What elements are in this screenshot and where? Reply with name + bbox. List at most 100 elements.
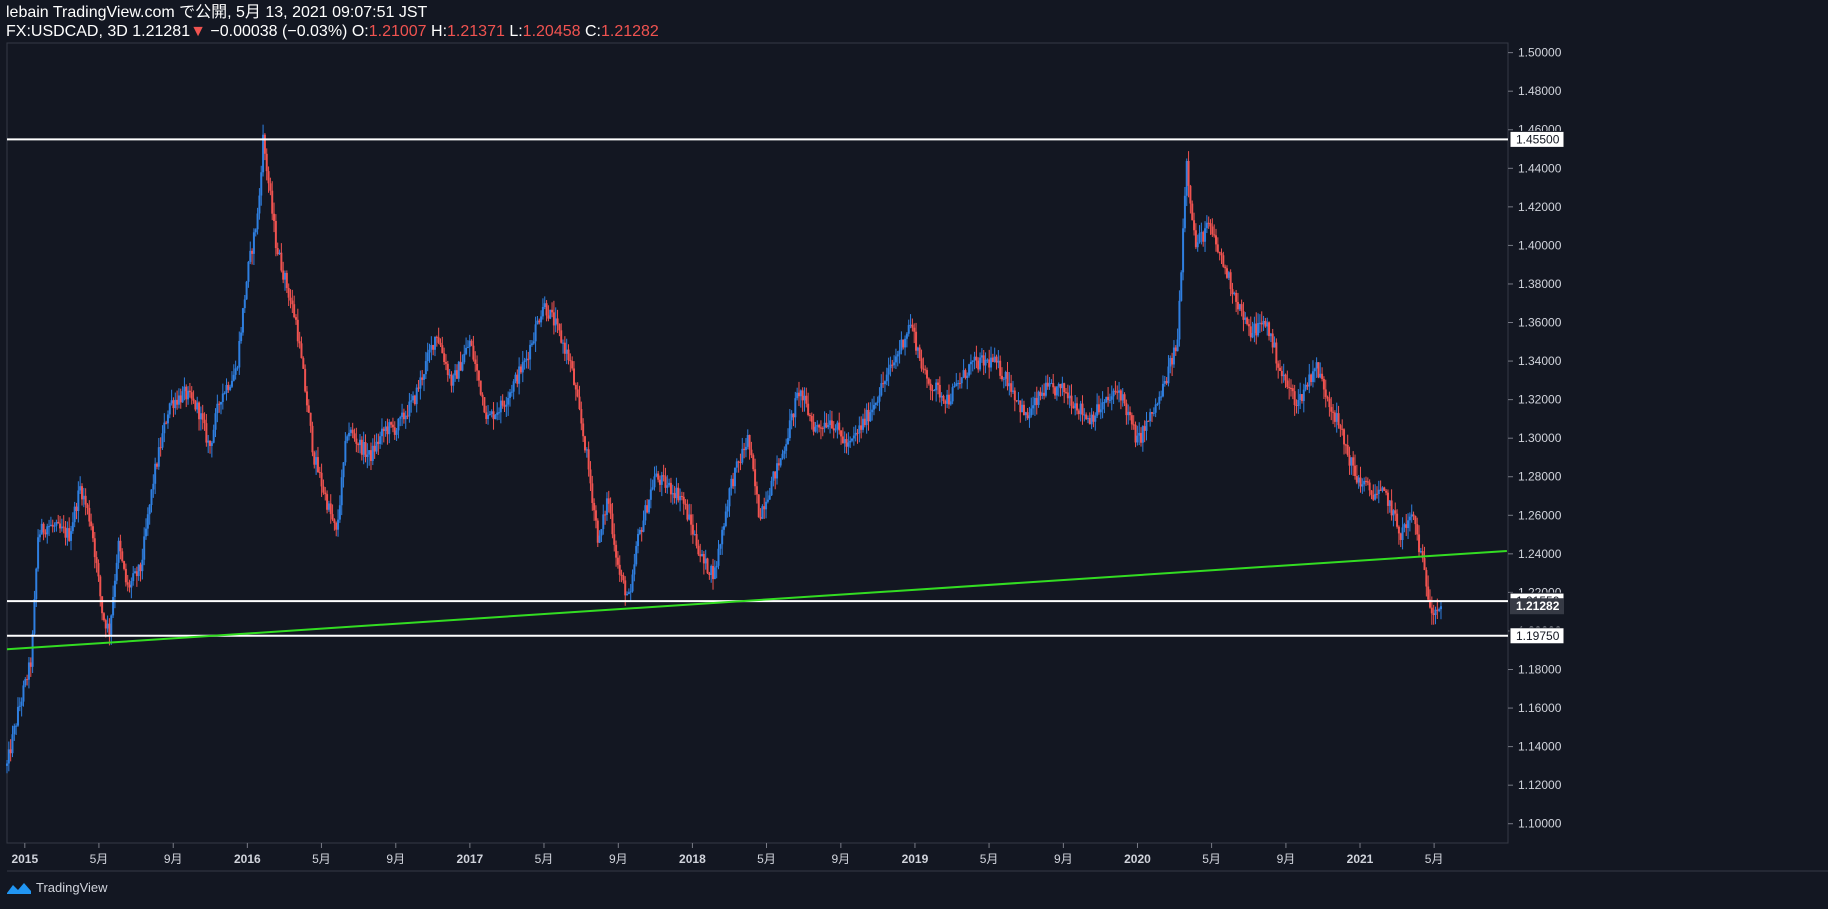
candle-body	[49, 524, 52, 527]
candle-body	[1063, 383, 1066, 393]
candle-body	[188, 390, 191, 393]
price-chart[interactable]: 1.500001.480001.460001.440001.420001.400…	[0, 0, 1828, 909]
candle-body	[1375, 493, 1378, 495]
candle-body	[1002, 378, 1005, 380]
candle-body	[108, 623, 111, 635]
candle-body	[840, 430, 843, 437]
candle-body	[1172, 347, 1175, 365]
candle-body	[766, 499, 769, 502]
candle-body	[1361, 484, 1364, 487]
candle-body	[565, 349, 568, 354]
candle-body	[452, 375, 455, 386]
candle-body	[883, 381, 886, 385]
candle-body	[1092, 414, 1095, 422]
candle-body	[13, 725, 16, 735]
candle-body	[285, 272, 288, 289]
candle-body	[139, 564, 142, 572]
candle-body	[1028, 415, 1031, 419]
candle-body	[737, 461, 740, 463]
candle-body	[754, 469, 757, 487]
candle-body	[512, 381, 515, 392]
candle-body	[119, 540, 122, 552]
candle-body	[207, 440, 210, 443]
candle-body	[338, 505, 341, 520]
candle-body	[1043, 392, 1046, 396]
candle-body	[1088, 418, 1091, 425]
candle-body	[252, 232, 255, 254]
candle-body	[929, 383, 932, 391]
candle-body	[818, 424, 821, 428]
candle-body	[7, 749, 10, 764]
candle-body	[933, 390, 936, 392]
candle-body	[468, 340, 471, 347]
candle-body	[243, 299, 246, 309]
candle-body	[924, 369, 927, 371]
candle-body	[337, 519, 340, 530]
candle-body	[355, 438, 358, 444]
candle-body	[432, 344, 435, 350]
candle-body	[245, 281, 248, 300]
candle-body	[1099, 409, 1102, 413]
candle-body	[807, 403, 810, 415]
candle-body	[702, 554, 705, 564]
candle-body	[1269, 333, 1272, 337]
candle-body	[26, 679, 29, 681]
candle-body	[915, 331, 918, 351]
candle-body	[1225, 268, 1228, 278]
candle-body	[88, 507, 91, 522]
candle-body	[1110, 396, 1113, 400]
candle-body	[1022, 404, 1025, 416]
candle-body	[975, 356, 978, 361]
candle-body	[1255, 323, 1258, 336]
candle-body	[1368, 482, 1371, 491]
candle-body	[1059, 384, 1062, 389]
tradingview-logo-icon	[7, 882, 31, 894]
candle-body	[536, 320, 539, 325]
candle-body	[547, 315, 550, 319]
candle-body	[1182, 228, 1185, 273]
candle-body	[1152, 412, 1155, 414]
candle-body	[1377, 489, 1380, 495]
candle-body	[483, 397, 486, 413]
candle-body	[748, 434, 751, 450]
candle-body	[476, 363, 479, 371]
candle-body	[1227, 272, 1230, 278]
candle-body	[1147, 420, 1150, 422]
x-tick-label: 5月	[535, 852, 554, 866]
candle-body	[492, 411, 495, 420]
candle-body	[825, 422, 828, 428]
candle-body	[724, 511, 727, 527]
candle-body	[395, 430, 398, 435]
candle-body	[1390, 500, 1393, 516]
candle-body	[710, 565, 713, 576]
candle-body	[1096, 404, 1099, 416]
candle-body	[205, 423, 208, 443]
candle-body	[77, 490, 80, 511]
candle-body	[1081, 403, 1084, 416]
candle-body	[450, 374, 453, 386]
candle-body	[540, 316, 543, 323]
candle-body	[662, 475, 665, 477]
candle-body	[1130, 415, 1133, 425]
candle-body	[977, 360, 980, 370]
candle-body	[938, 384, 941, 398]
candle-body	[1236, 301, 1239, 310]
candle-body	[1306, 384, 1309, 387]
candle-body	[1193, 220, 1196, 231]
candle-body	[161, 433, 164, 448]
candle-body	[1328, 398, 1331, 408]
y-tick-label: 1.38000	[1518, 277, 1562, 291]
candle-body	[913, 327, 916, 332]
y-tick-label: 1.16000	[1518, 701, 1562, 715]
candle-body	[691, 524, 694, 535]
candle-body	[145, 528, 148, 537]
candle-body	[593, 503, 596, 511]
candle-body	[660, 475, 663, 485]
candle-body	[393, 427, 396, 435]
candle-body	[1392, 510, 1395, 516]
candle-body	[973, 356, 976, 361]
y-tick-label: 1.26000	[1518, 508, 1562, 522]
candle-body	[1302, 389, 1305, 402]
candle-body	[196, 402, 199, 410]
candle-body	[384, 426, 387, 432]
